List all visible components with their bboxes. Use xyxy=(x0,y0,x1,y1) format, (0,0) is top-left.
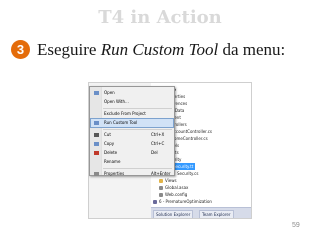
menu-item-shortcut: Ctrl+X xyxy=(151,132,165,137)
menu-item-label: Run Custom Tool xyxy=(104,120,138,125)
menu-item-label: Properties xyxy=(104,171,125,176)
tab-solution-explorer[interactable]: Solution Explorer xyxy=(153,210,194,218)
menu-item-properties[interactable]: Properties Alt+Enter xyxy=(91,170,173,178)
delete-icon xyxy=(94,151,99,155)
open-icon xyxy=(94,91,99,95)
menu-item-copy[interactable]: Copy Ctrl+C xyxy=(91,140,173,148)
instruction-text: Eseguire Run Custom Tool da menu: xyxy=(37,40,285,60)
menu-separator xyxy=(103,168,172,169)
menu-separator xyxy=(103,129,172,130)
menu-item-shortcut: Del xyxy=(151,150,158,155)
instruction-emphasis: Run Custom Tool xyxy=(100,40,219,59)
tree-item[interactable]: 6 - PrematureOptimization xyxy=(153,198,212,205)
tree-item-label: Global.asax xyxy=(165,185,189,190)
tree-item[interactable]: Security.cs xyxy=(171,170,198,177)
menu-item-shortcut: Ctrl+C xyxy=(151,141,165,146)
menu-item-run-custom-tool[interactable]: Run Custom Tool xyxy=(90,118,174,128)
file-icon xyxy=(159,186,163,190)
tree-item-label: Views xyxy=(165,178,177,183)
menu-item-exclude-from-project[interactable]: Exclude From Project xyxy=(91,110,173,118)
copy-icon xyxy=(94,142,99,146)
tree-item[interactable]: Global.asax xyxy=(159,184,188,191)
context-menu: Open Open With... Exclude From Project Run … xyxy=(89,86,175,176)
menu-separator xyxy=(103,108,172,109)
tree-item-label: 6 - PrematureOptimization xyxy=(159,199,212,204)
vs-screenshot: T4-WebPropertiesReferencesApp_DataConten… xyxy=(88,82,252,219)
menu-item-shortcut: Alt+Enter xyxy=(151,171,171,176)
tree-item-label: Security.tt xyxy=(173,164,194,169)
menu-item-open-with[interactable]: Open With... xyxy=(91,98,173,106)
file-icon xyxy=(153,200,157,204)
menu-item-label: Cut xyxy=(104,132,111,137)
tab-team-explorer[interactable]: Team Explorer xyxy=(199,210,234,218)
slide-title: T4 in Action xyxy=(98,7,222,28)
tree-item-label: AccountController.cs xyxy=(171,129,213,134)
properties-icon xyxy=(94,172,99,176)
cut-icon xyxy=(94,133,99,137)
menu-item-label: Rename xyxy=(104,159,121,164)
menu-item-open[interactable]: Open xyxy=(91,89,173,97)
step-number-badge: 3 xyxy=(11,40,30,59)
file-icon xyxy=(159,179,163,183)
tree-item[interactable]: Web.config xyxy=(159,191,187,198)
tree-item-label: Security.cs xyxy=(177,171,199,176)
instruction-prefix: Eseguire xyxy=(37,40,101,59)
tree-item-label: Web.config xyxy=(165,192,188,197)
menu-item-label: Open xyxy=(104,90,115,95)
tree-item[interactable]: Views xyxy=(159,177,177,184)
page-number: 59 xyxy=(292,222,300,229)
menu-item-delete[interactable]: Delete Del xyxy=(91,149,173,157)
menu-item-cut[interactable]: Cut Ctrl+X xyxy=(91,131,173,139)
file-icon xyxy=(159,193,163,197)
tree-item-label: HomeController.cs xyxy=(171,136,208,141)
tool-window-tabs: Solution Explorer Team Explorer xyxy=(151,207,251,218)
menu-item-label: Delete xyxy=(104,150,118,155)
menu-item-label: Copy xyxy=(104,141,115,146)
run-custom-tool-icon xyxy=(94,121,99,125)
menu-item-rename[interactable]: Rename xyxy=(91,158,173,166)
menu-item-label: Open With... xyxy=(104,99,129,104)
menu-item-label: Exclude From Project xyxy=(104,111,146,116)
instruction-suffix: da menu: xyxy=(218,40,286,59)
